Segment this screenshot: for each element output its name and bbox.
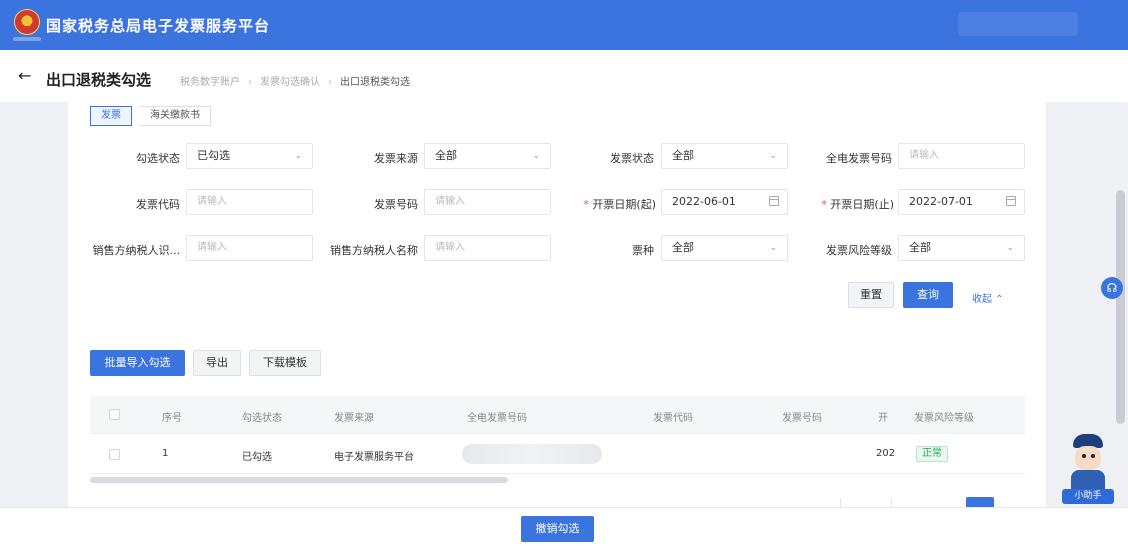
required-mark: * — [583, 198, 589, 211]
cell-invoice-source: 电子发票服务平台 — [334, 452, 414, 463]
invoice-risk-level-select[interactable]: 全部 ⌄ — [898, 235, 1025, 261]
cell-issue-date-partial: 202 — [876, 448, 896, 459]
invoice-source-value: 全部 — [435, 149, 457, 162]
column-header: 发票代码 — [653, 413, 693, 424]
breadcrumb-item[interactable]: 发票勾选确认 — [260, 77, 320, 88]
assistant-eye — [1082, 454, 1086, 458]
required-mark: * — [821, 198, 827, 211]
column-header: 发票号码 — [782, 413, 822, 424]
breadcrumb-separator-icon: › — [328, 77, 332, 88]
page-title: 出口退税类勾选 — [46, 71, 152, 89]
assistant-eye — [1091, 454, 1095, 458]
reset-button[interactable]: 重置 — [848, 282, 894, 308]
check-status-value: 已勾选 — [197, 149, 230, 162]
label-invoice-risk-level: 发票风险等级 — [826, 244, 892, 257]
column-header: 发票风险等级 — [914, 413, 974, 424]
user-info-area[interactable] — [958, 12, 1078, 36]
invoice-risk-level-value: 全部 — [909, 241, 931, 254]
chevron-down-icon: ⌄ — [769, 151, 777, 161]
top-header: 国家税务总局电子发票服务平台 — [0, 0, 1128, 50]
table-row[interactable]: 1 已勾选 电子发票服务平台 202 正常 — [90, 434, 1025, 474]
invoice-status-value: 全部 — [672, 149, 694, 162]
chevron-up-icon: ⌃ — [995, 294, 1004, 305]
label-issue-date-end: * 开票日期(止) — [806, 196, 894, 212]
ticket-type-value: 全部 — [672, 241, 694, 254]
cell-check-status: 已勾选 — [242, 452, 272, 463]
column-header: 发票来源 — [334, 413, 374, 424]
vertical-scrollbar[interactable] — [1116, 190, 1125, 424]
breadcrumb: 税务数字账户 › 发票勾选确认 › 出口退税类勾选 — [180, 73, 410, 88]
column-header: 序号 — [162, 413, 182, 424]
seller-taxpayer-name-input[interactable]: 请输入 — [424, 235, 551, 261]
column-header: 全电发票号码 — [467, 413, 527, 424]
label-invoice-status: 发票状态 — [610, 152, 654, 165]
label-invoice-source: 发票来源 — [374, 152, 418, 165]
assistant-body — [1071, 470, 1105, 490]
label-seller-taxpayer-id: 销售方纳税人识... — [92, 244, 181, 257]
issue-date-end-picker[interactable]: 2022-07-01 — [898, 189, 1025, 215]
label-ticket-type: 票种 — [632, 244, 654, 257]
label-issue-date-start: * 开票日期(起) — [568, 196, 656, 212]
invoice-source-select[interactable]: 全部 ⌄ — [424, 143, 551, 169]
label-invoice-number: 发票号码 — [374, 198, 418, 211]
assistant-face — [1075, 446, 1101, 470]
issue-date-end-value: 2022-07-01 — [909, 195, 973, 208]
invoice-status-select[interactable]: 全部 ⌄ — [661, 143, 788, 169]
column-header: 勾选状态 — [242, 413, 282, 424]
breadcrumb-item[interactable]: 税务数字账户 — [180, 77, 240, 88]
collapse-toggle[interactable]: 收起 ⌃ — [972, 290, 1004, 305]
invoice-number-input[interactable]: 请输入 — [424, 189, 551, 215]
label-seller-taxpayer-name: 销售方纳税人名称 — [330, 244, 418, 257]
site-title: 国家税务总局电子发票服务平台 — [46, 17, 271, 35]
label-issue-date-start-text: 开票日期(起) — [592, 198, 656, 211]
chevron-down-icon: ⌄ — [532, 151, 540, 161]
cell-index: 1 — [162, 448, 169, 459]
chevron-down-icon: ⌄ — [769, 243, 777, 253]
full-invoice-number-input[interactable]: 请输入 — [898, 143, 1025, 169]
label-check-status: 勾选状态 — [136, 152, 180, 165]
check-status-select[interactable]: 已勾选 ⌄ — [186, 143, 313, 169]
back-arrow-icon[interactable]: ← — [18, 66, 31, 85]
export-button[interactable]: 导出 — [193, 350, 241, 376]
download-template-button[interactable]: 下载模板 — [249, 350, 321, 376]
emblem-caption — [13, 37, 41, 41]
tab-customs-payment[interactable]: 海关缴款书 — [140, 106, 211, 126]
tab-invoice[interactable]: 发票 — [90, 106, 132, 126]
batch-import-check-button[interactable]: 批量导入勾选 — [90, 350, 185, 376]
row-checkbox[interactable] — [109, 449, 120, 460]
label-issue-date-end-text: 开票日期(止) — [830, 198, 894, 211]
revoke-check-button[interactable]: 撤销勾选 — [521, 516, 594, 542]
calendar-icon — [769, 196, 779, 206]
assistant-label: 小助手 — [1062, 489, 1114, 504]
collapse-label: 收起 — [972, 294, 992, 305]
table-header: 序号 勾选状态 发票来源 全电发票号码 发票代码 发票号码 开 发票风险等级 — [90, 396, 1025, 434]
label-invoice-code: 发票代码 — [136, 198, 180, 211]
redacted-invoice-number — [462, 444, 602, 464]
breadcrumb-current: 出口退税类勾选 — [340, 77, 410, 88]
calendar-icon — [1006, 196, 1016, 206]
select-all-checkbox[interactable] — [109, 409, 120, 420]
headset-icon[interactable]: ☊ — [1101, 277, 1123, 299]
issue-date-start-value: 2022-06-01 — [672, 195, 736, 208]
seller-taxpayer-id-input[interactable]: 请输入 — [186, 235, 313, 261]
label-full-invoice-number: 全电发票号码 — [826, 152, 892, 165]
query-button[interactable]: 查询 — [903, 282, 953, 308]
chevron-down-icon: ⌄ — [1006, 243, 1014, 253]
risk-level-badge: 正常 — [916, 446, 948, 462]
assistant-widget[interactable]: 小助手 — [1062, 432, 1114, 504]
ticket-type-select[interactable]: 全部 ⌄ — [661, 235, 788, 261]
title-bar — [0, 50, 1128, 102]
tax-bureau-emblem-icon — [14, 9, 40, 35]
horizontal-scrollbar[interactable] — [90, 477, 508, 483]
breadcrumb-separator-icon: › — [248, 77, 252, 88]
chevron-down-icon: ⌄ — [294, 151, 302, 161]
invoice-code-input[interactable]: 请输入 — [186, 189, 313, 215]
column-header: 开 — [878, 413, 888, 424]
issue-date-start-picker[interactable]: 2022-06-01 — [661, 189, 788, 215]
